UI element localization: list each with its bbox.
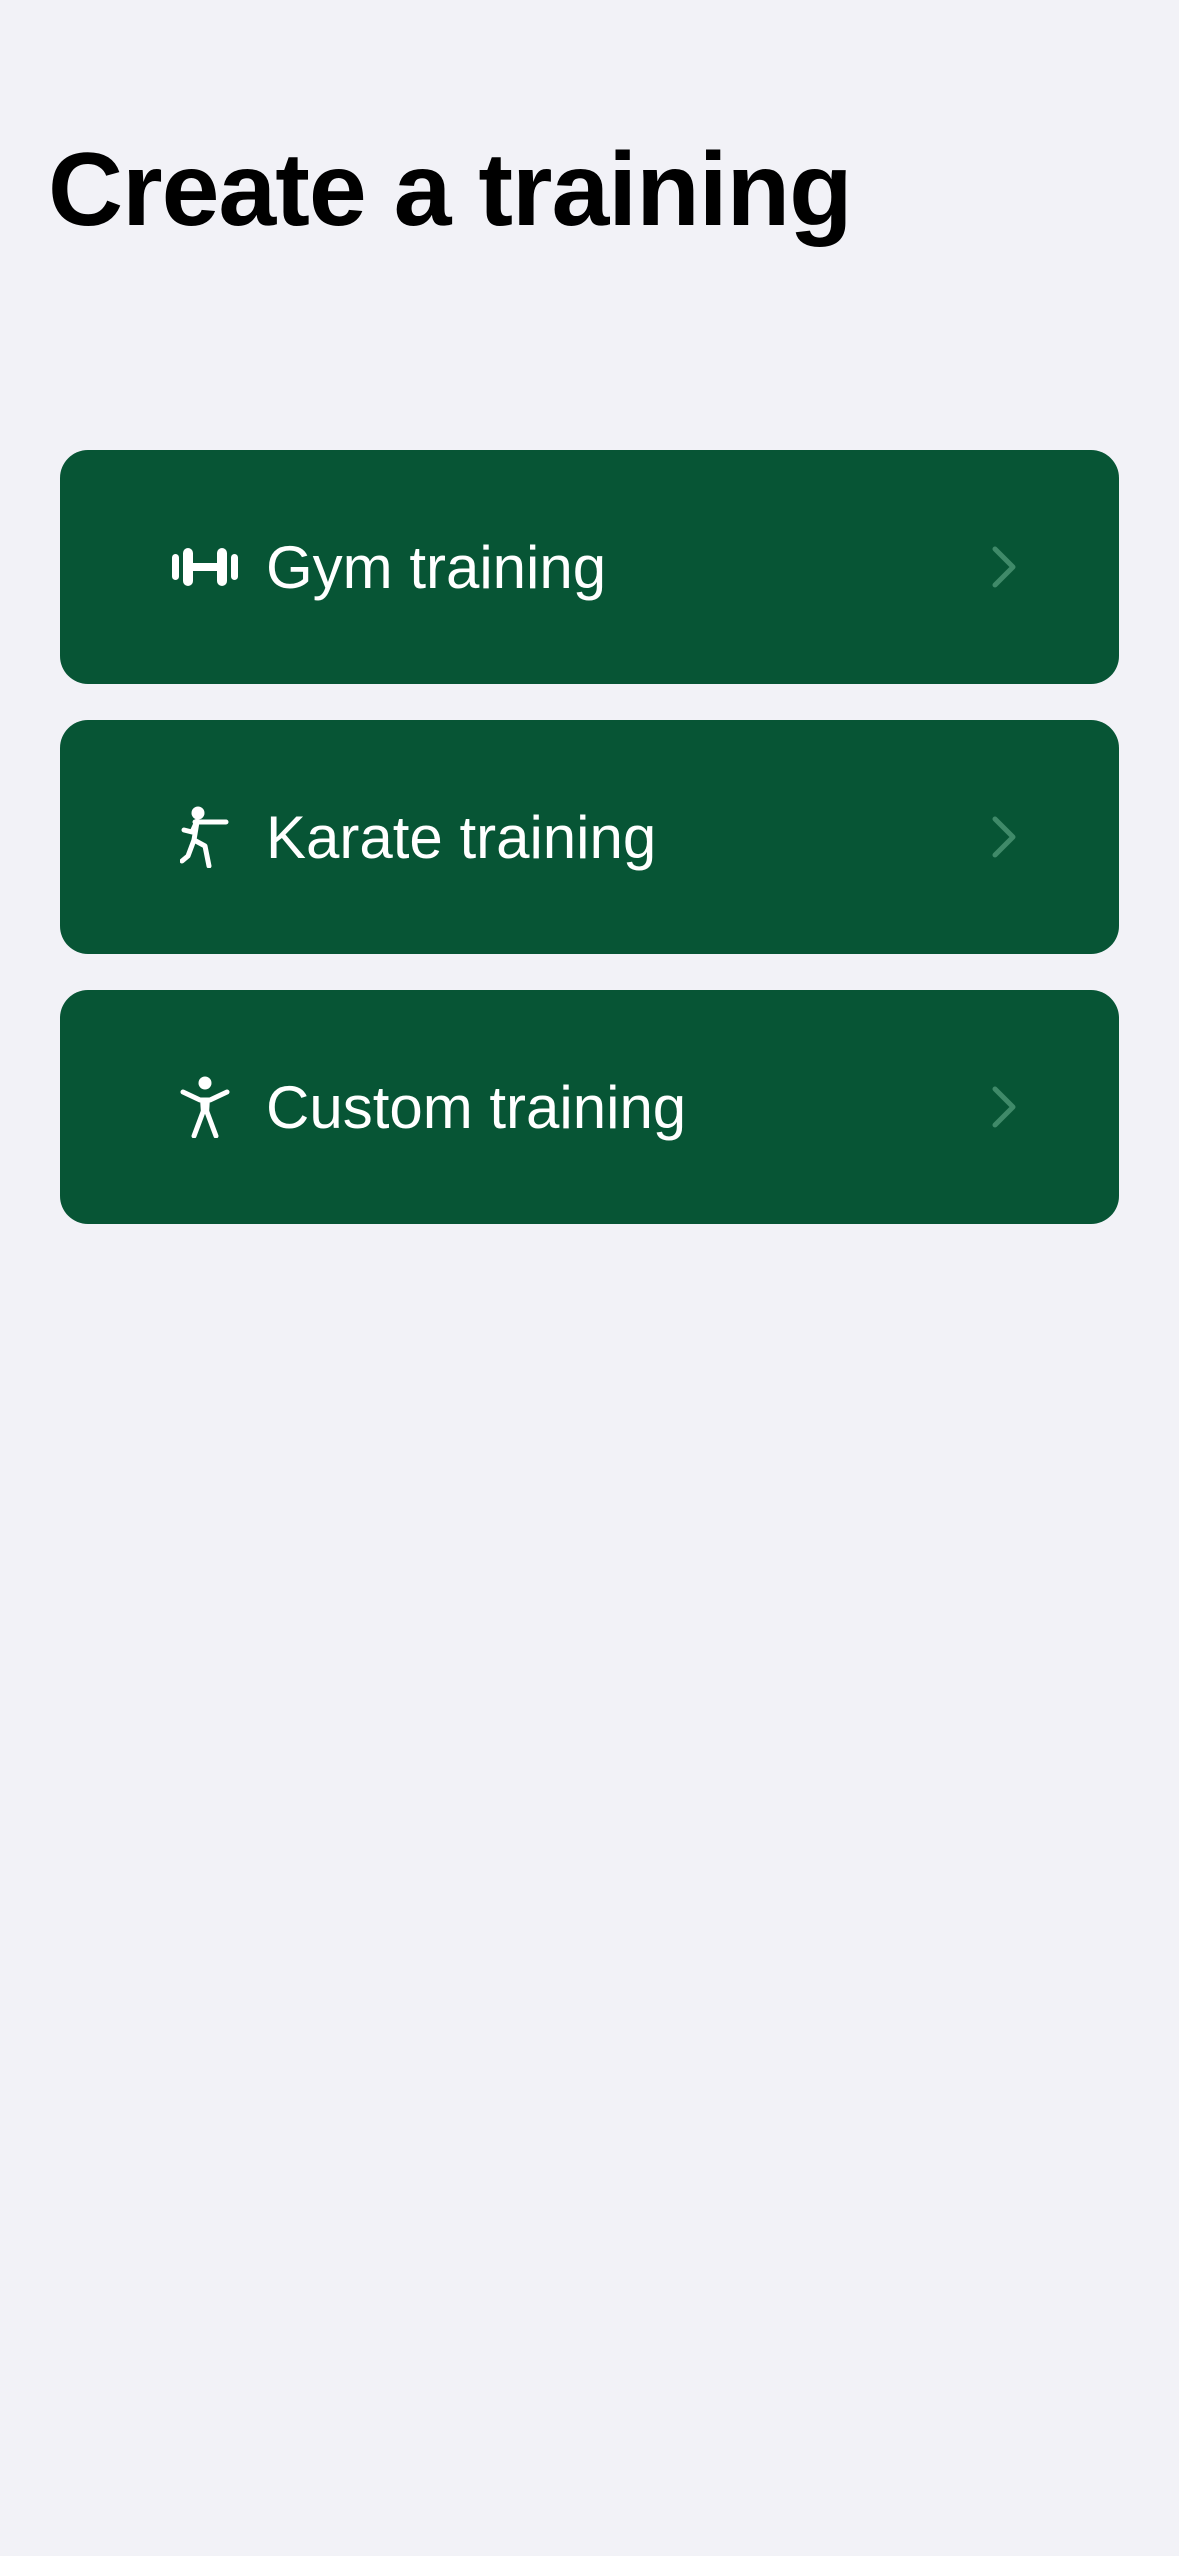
chevron-right-icon [992, 546, 1016, 588]
page-title: Create a training [48, 132, 853, 248]
custom-training-button[interactable]: Custom training [60, 990, 1119, 1224]
karate-training-button[interactable]: Karate training [60, 720, 1119, 954]
gym-training-label: Gym training [266, 533, 607, 601]
karate-training-label: Karate training [266, 803, 657, 871]
martial-arts-figure-icon [172, 804, 238, 870]
gym-training-button[interactable]: Gym training [60, 450, 1119, 684]
person-arms-up-icon [172, 1074, 238, 1140]
chevron-right-icon [992, 1086, 1016, 1128]
dumbbell-icon [172, 534, 238, 600]
chevron-right-icon [992, 816, 1016, 858]
custom-training-label: Custom training [266, 1073, 687, 1141]
training-option-list: Gym training Karate training Custom trai… [60, 450, 1119, 1260]
